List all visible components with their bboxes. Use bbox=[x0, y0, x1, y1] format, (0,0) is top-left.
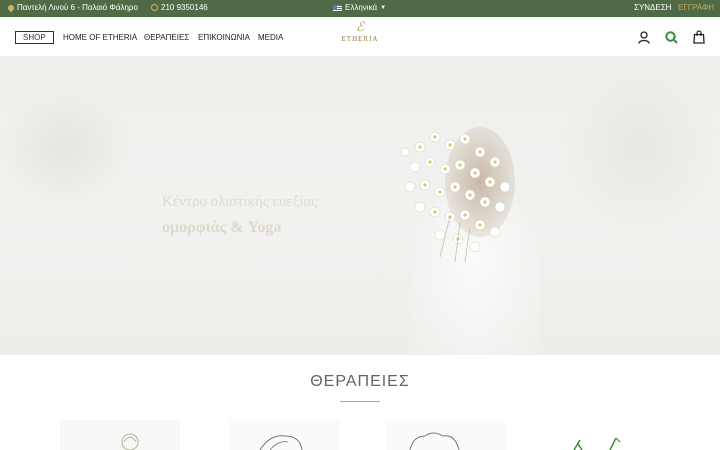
nav-item-media[interactable]: MEDIA bbox=[258, 33, 283, 42]
daisy-bouquet-image bbox=[400, 131, 511, 263]
shopping-bag-icon[interactable] bbox=[693, 30, 705, 44]
main-navbar: SHOP HOME OF ETHERIA ΘΕΡΑΠΕΙΕΣ ΕΠΙΚΟΙΝΩΝ… bbox=[0, 17, 720, 57]
nav-item-home[interactable]: HOME OF ETHERIA bbox=[63, 33, 137, 42]
therapy-thumbnail[interactable] bbox=[230, 420, 340, 450]
nav-item-contact[interactable]: ΕΠΙΚΟΙΝΩΝΙΑ bbox=[198, 33, 250, 42]
user-icon[interactable] bbox=[638, 31, 650, 44]
shop-button[interactable]: SHOP bbox=[15, 31, 54, 44]
caret-down-icon: ▼ bbox=[380, 4, 387, 11]
hero-background-shape bbox=[0, 87, 130, 207]
phone-icon bbox=[151, 4, 158, 11]
address-text: Παντελή Λινού 6 - Παλαιό Φάληρο bbox=[17, 3, 138, 12]
hero-background-shape bbox=[560, 57, 720, 237]
site-logo[interactable]: ℰ ETHERIA bbox=[337, 21, 383, 53]
therapy-thumbnail[interactable] bbox=[385, 420, 505, 450]
login-link[interactable]: ΣΥΝΔΕΣΗ bbox=[634, 3, 671, 12]
section-divider bbox=[340, 401, 380, 402]
register-link[interactable]: ΕΓΓΡΑΦΗ bbox=[678, 3, 714, 12]
address-info: Παντελή Λινού 6 - Παλαιό Φάληρο bbox=[6, 3, 138, 12]
phone-text[interactable]: 210 9350146 bbox=[161, 3, 208, 12]
logo-text: ETHERIA bbox=[341, 35, 379, 43]
language-label[interactable]: Ελληνικά bbox=[345, 3, 377, 12]
search-icon[interactable] bbox=[665, 31, 678, 44]
logo-swirl-icon: ℰ bbox=[356, 20, 364, 35]
therapy-thumbnail[interactable] bbox=[60, 420, 180, 450]
hero-banner: Κέντρο ολιστικής ευεξίας ομορφιάς & Yoga bbox=[0, 57, 720, 355]
location-pin-icon bbox=[6, 3, 16, 12]
greek-flag-icon bbox=[333, 4, 342, 11]
top-bar: Παντελή Λινού 6 - Παλαιό Φάληρο 210 9350… bbox=[0, 0, 720, 17]
hero-subtitle: ομορφιάς & Yoga bbox=[162, 219, 282, 236]
therapies-section-title: ΘΕΡΑΠΕΙΕΣ bbox=[310, 373, 410, 390]
therapy-thumbnail[interactable] bbox=[560, 420, 640, 450]
language-selector[interactable]: Ελληνικά ▼ bbox=[333, 3, 386, 12]
phone-info[interactable]: 210 9350146 bbox=[151, 3, 208, 12]
nav-item-therapies[interactable]: ΘΕΡΑΠΕΙΕΣ bbox=[144, 33, 189, 42]
hero-title: Κέντρο ολιστικής ευεξίας bbox=[162, 194, 318, 210]
